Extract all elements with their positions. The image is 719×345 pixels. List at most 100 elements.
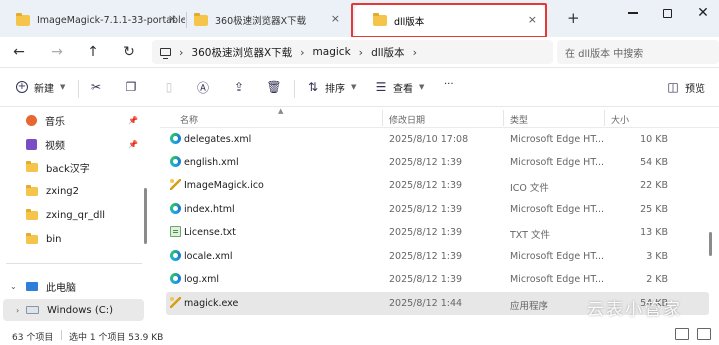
sort-button[interactable]: ⇅ 排序 ▼ [305,79,356,95]
file-type: 应用程序 [510,301,549,312]
tab-title: ImageMagick-7.1.1-33-portable [37,14,185,26]
edge-icon [170,203,181,214]
tab-360-download[interactable]: 360极速浏览器X下载 × [188,6,348,34]
file-row[interactable]: locale.xml 2025/8/12 1:39 Microsoft Edge… [166,245,709,268]
file-row[interactable]: log.xml 2025/8/12 1:39 Microsoft Edge HT… [166,268,709,291]
file-date: 2025/8/12 1:39 [389,157,463,168]
chevron-down-icon: ▼ [351,83,357,91]
address-bar[interactable]: › 360极速浏览器X下载 › magick › dll版本 › [152,40,553,64]
search-input[interactable]: 在 dll版本 中搜索 [557,40,719,64]
file-row-selected[interactable]: magick.exe 2025/8/12 1:44 应用程序 54 KB [166,292,709,315]
column-size[interactable]: 大小 [611,113,629,126]
minimize-button[interactable] [618,6,648,20]
chevron-right-icon[interactable]: › [16,306,19,315]
file-size: 25 KB [640,204,668,215]
file-name: locale.xml [184,251,233,262]
chevron-right-icon[interactable]: › [413,46,417,59]
file-row[interactable]: ImageMagick.ico 2025/8/12 1:39 ICO 文件 22… [166,174,709,197]
pin-icon[interactable]: 📌 [128,140,138,149]
add-tab-button[interactable]: + [567,9,580,27]
file-size: 22 KB [640,180,668,191]
file-row[interactable]: english.xml 2025/8/12 1:39 Microsoft Edg… [166,151,709,174]
tiles-view-icon[interactable] [697,328,711,340]
sidebar-item-label: back汉字 [46,163,90,175]
file-list-scrollbar[interactable] [709,232,712,256]
command-bar: + 新建 ▼ ✂ ❐ ▯ Ⓐ ⇪ 🗑 ⇅ 排序 ▼ ☰ 查看 ▼ ··· ◫ 预… [0,67,719,107]
sidebar-item-label: 此电脑 [46,282,76,294]
close-icon[interactable]: × [168,12,177,25]
column-date[interactable]: 修改日期 [389,113,425,126]
tab-imagemagick[interactable]: ImageMagick-7.1.1-33-portable × [10,6,185,34]
sidebar-item-video[interactable]: 视频 📌 [0,133,148,155]
share-button[interactable]: ⇪ [231,79,247,95]
column-header: ▲ 名称 修改日期 类型 大小 [160,108,719,128]
navigation-bar: ← → ↑ ↻ › 360极速浏览器X下载 › magick › dll版本 ›… [0,37,719,67]
delete-icon: 🗑 [266,80,282,94]
status-bar: 63 个项目 选中 1 个项目 53.9 KB [0,324,719,345]
sidebar-item-zxing2[interactable]: zxing2 [0,180,148,202]
preview-button[interactable]: ◫ 预览 [665,79,705,95]
file-row[interactable]: License.txt 2025/8/12 1:39 TXT 文件 13 KB [166,221,709,244]
sidebar-scrollbar[interactable] [144,188,147,244]
folder-icon [26,232,38,244]
pin-icon[interactable]: 📌 [128,116,138,125]
file-name: index.html [184,204,235,215]
paste-button[interactable]: ▯ [161,79,177,95]
new-button[interactable]: + 新建 ▼ [14,79,65,95]
sidebar-item-back-hanzi[interactable]: back汉字 [0,156,148,178]
folder-icon [26,208,38,220]
sidebar-item-label: bin [46,233,62,245]
breadcrumb-dll-version[interactable]: dll版本 [371,45,405,60]
exe-file-icon [170,297,181,308]
forward-button[interactable]: → [46,41,68,63]
column-name[interactable]: 名称 [180,113,198,126]
sidebar-divider [6,263,142,264]
details-view-icon[interactable] [675,328,689,340]
folder-icon [373,13,387,26]
back-button[interactable]: ← [8,41,30,63]
file-row[interactable]: delegates.xml 2025/8/10 17:08 Microsoft … [166,128,709,151]
file-name: magick.exe [184,298,239,309]
sidebar-item-zxing-qr-dll[interactable]: zxing_qr_dll [0,204,148,226]
close-window-button[interactable]: ✕ [688,5,718,21]
refresh-button[interactable]: ↻ [118,41,140,63]
column-type[interactable]: 类型 [510,113,528,126]
column-divider[interactable] [604,110,605,126]
chevron-right-icon[interactable]: › [359,46,363,59]
sort-icon: ⇅ [307,80,319,94]
cut-button[interactable]: ✂ [88,79,104,95]
navigation-pane: 音乐 📌 视频 📌 back汉字 zxing2 zxing_qr_dll bin… [0,108,150,324]
more-label: ··· [444,79,454,90]
folder-icon [194,12,208,26]
copy-button[interactable]: ❐ [123,79,139,95]
up-button[interactable]: ↑ [82,41,104,63]
file-size: 2 KB [646,274,668,285]
more-button[interactable]: ··· [440,79,454,90]
file-date: 2025/8/12 1:39 [389,251,463,262]
sidebar-item-music[interactable]: 音乐 📌 [0,109,148,131]
preview-label: 预览 [685,83,705,95]
breadcrumb-magick[interactable]: magick [313,46,351,58]
monitor-icon [160,48,171,59]
pc-icon [26,281,38,291]
chevron-right-icon[interactable]: › [179,46,183,59]
file-type: Microsoft Edge HT... [510,251,605,262]
folder-icon [26,184,38,196]
breadcrumb-360-download[interactable]: 360极速浏览器X下载 [191,45,292,60]
chevron-down-icon[interactable]: ⌄ [10,282,17,291]
chevron-right-icon[interactable]: › [300,46,304,59]
column-divider[interactable] [503,110,504,126]
delete-button[interactable]: 🗑 [266,79,282,95]
sidebar-item-windows-c[interactable]: › Windows (C:) [3,299,144,321]
tab-dll-version[interactable]: dll版本 × [355,4,545,37]
view-button[interactable]: ☰ 查看 ▼ [373,79,425,95]
close-icon[interactable]: × [331,12,340,25]
close-icon[interactable]: × [528,13,537,26]
column-divider[interactable] [382,110,383,126]
file-row[interactable]: index.html 2025/8/12 1:39 Microsoft Edge… [166,198,709,221]
rename-button[interactable]: Ⓐ [195,79,211,95]
sidebar-item-bin[interactable]: bin [0,228,148,250]
ico-file-icon [170,179,181,190]
sidebar-item-this-pc[interactable]: ⌄ 此电脑 [0,275,148,297]
maximize-button[interactable] [652,6,682,20]
